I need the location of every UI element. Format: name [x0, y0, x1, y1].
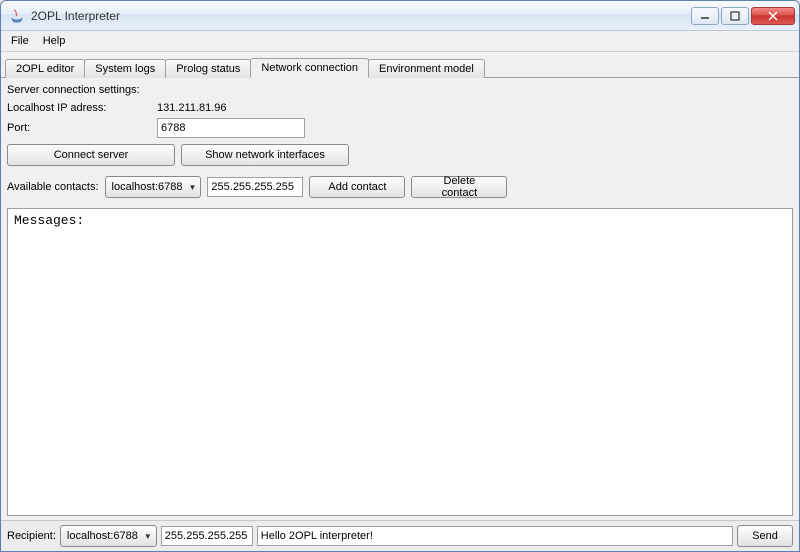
send-button[interactable]: Send: [737, 525, 793, 547]
java-icon: [9, 8, 25, 24]
chevron-down-icon: ▼: [188, 183, 196, 192]
settings-heading: Server connection settings:: [7, 84, 793, 96]
window-controls: [691, 7, 795, 25]
window-title: 2OPL Interpreter: [31, 9, 691, 23]
menu-help[interactable]: Help: [37, 33, 72, 49]
tab-prolog-status[interactable]: Prolog status: [165, 59, 251, 78]
messages-header: Messages:: [14, 213, 84, 228]
delete-contact-button[interactable]: Delete contact: [411, 176, 507, 198]
contacts-row: Available contacts: localhost:6788 ▼ Add…: [7, 176, 793, 198]
tab-system-logs[interactable]: System logs: [84, 59, 166, 78]
connect-server-button[interactable]: Connect server: [7, 144, 175, 166]
contacts-dropdown[interactable]: localhost:6788 ▼: [105, 176, 202, 198]
tab-network-connection[interactable]: Network connection: [250, 58, 369, 78]
close-button[interactable]: [751, 7, 795, 25]
contact-ip-input[interactable]: [207, 177, 303, 197]
port-input[interactable]: [157, 118, 305, 138]
minimize-button[interactable]: [691, 7, 719, 25]
tab-content: Server connection settings: Localhost IP…: [1, 78, 799, 520]
titlebar[interactable]: 2OPL Interpreter: [1, 1, 799, 31]
app-window: 2OPL Interpreter File Help 2OPL editor S…: [0, 0, 800, 552]
recipient-label: Recipient:: [7, 530, 56, 542]
menubar: File Help: [1, 31, 799, 52]
ip-value: 131.211.81.96: [157, 102, 307, 114]
bottom-bar: Recipient: localhost:6788 ▼ Send: [1, 520, 799, 551]
server-buttons: Connect server Show network interfaces: [7, 144, 793, 166]
show-network-interfaces-button[interactable]: Show network interfaces: [181, 144, 349, 166]
port-label: Port:: [7, 122, 157, 134]
ip-label: Localhost IP adress:: [7, 102, 157, 114]
maximize-button[interactable]: [721, 7, 749, 25]
tabstrip: 2OPL editor System logs Prolog status Ne…: [1, 52, 799, 78]
messages-area[interactable]: Messages:: [7, 208, 793, 516]
recipient-dropdown[interactable]: localhost:6788 ▼: [60, 525, 157, 547]
tab-environment-model[interactable]: Environment model: [368, 59, 485, 78]
add-contact-button[interactable]: Add contact: [309, 176, 405, 198]
port-row: Port:: [7, 118, 793, 138]
recipient-ip-input[interactable]: [161, 526, 253, 546]
recipient-dropdown-value: localhost:6788: [67, 530, 138, 542]
menu-file[interactable]: File: [5, 33, 35, 49]
tab-2opl-editor[interactable]: 2OPL editor: [5, 59, 85, 78]
ip-row: Localhost IP adress: 131.211.81.96: [7, 102, 793, 114]
chevron-down-icon: ▼: [144, 532, 152, 541]
available-contacts-label: Available contacts:: [7, 181, 99, 193]
message-input[interactable]: [257, 526, 733, 546]
contacts-dropdown-value: localhost:6788: [112, 181, 183, 193]
